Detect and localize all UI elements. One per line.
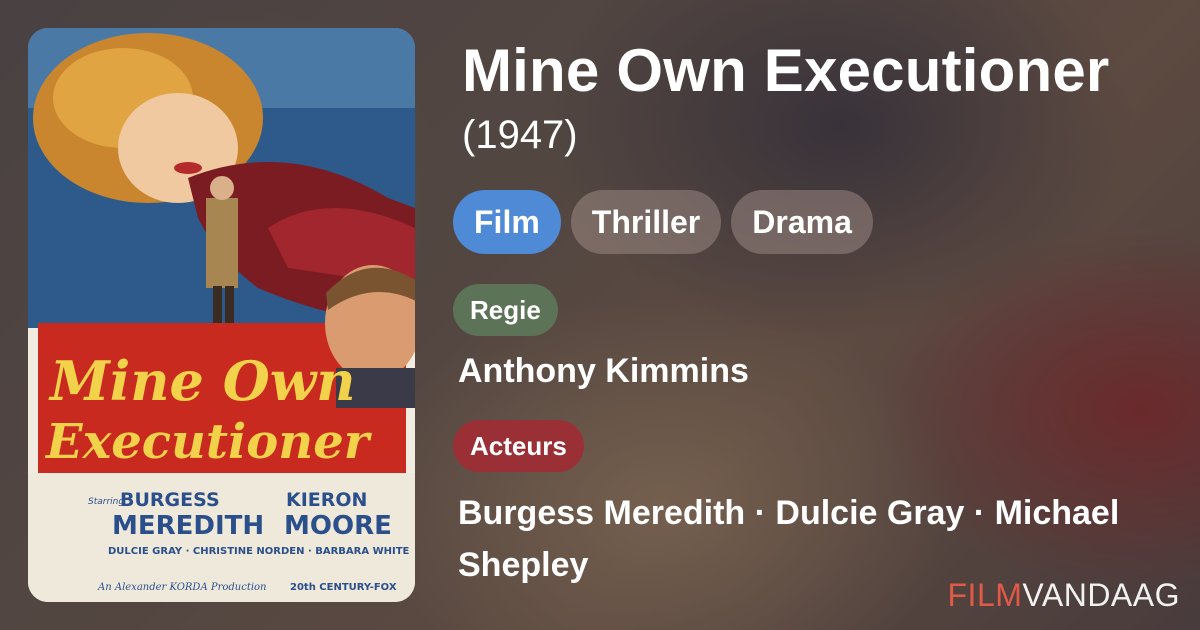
movie-poster: Mine Own Executioner Starring BURGESS ME… [28,28,415,602]
poster-actor2-last: MOORE [284,511,392,541]
poster-supporting: DULCIE GRAY · CHRISTINE NORDEN · BARBARA… [108,546,410,557]
poster-actor1-first: BURGESS [120,489,220,511]
poster-starring: Starring [88,497,124,507]
genre-tags: Film Thriller Drama [453,190,873,254]
movie-year: (1947) [462,113,578,157]
poster-actor1-last: MEREDITH [112,511,264,541]
logo-part-vandaag: VANDAAG [1022,577,1180,613]
poster-artwork: Mine Own Executioner Starring BURGESS ME… [28,28,415,602]
actors-list[interactable]: Burgess Meredith · Dulcie Gray · Michael… [458,487,1158,591]
movie-title: Mine Own Executioner [462,37,1110,104]
poster-actor2-first: KIERON [286,489,367,511]
logo-part-film: FILM [947,577,1023,613]
poster-title-line2: Executioner [44,414,373,470]
poster-title-line1: Mine Own [48,349,356,413]
director-name[interactable]: Anthony Kimmins [458,352,749,391]
poster-production: An Alexander KORDA Production [97,582,267,593]
director-label: Regie [453,284,558,336]
filmvandaag-logo[interactable]: FILMVANDAAG [948,577,1181,614]
tag-drama[interactable]: Drama [731,190,873,254]
tag-film[interactable]: Film [453,190,561,254]
poster-distributor: 20th CENTURY-FOX [290,582,397,593]
actors-label: Acteurs [453,420,584,472]
tag-thriller[interactable]: Thriller [570,190,722,254]
